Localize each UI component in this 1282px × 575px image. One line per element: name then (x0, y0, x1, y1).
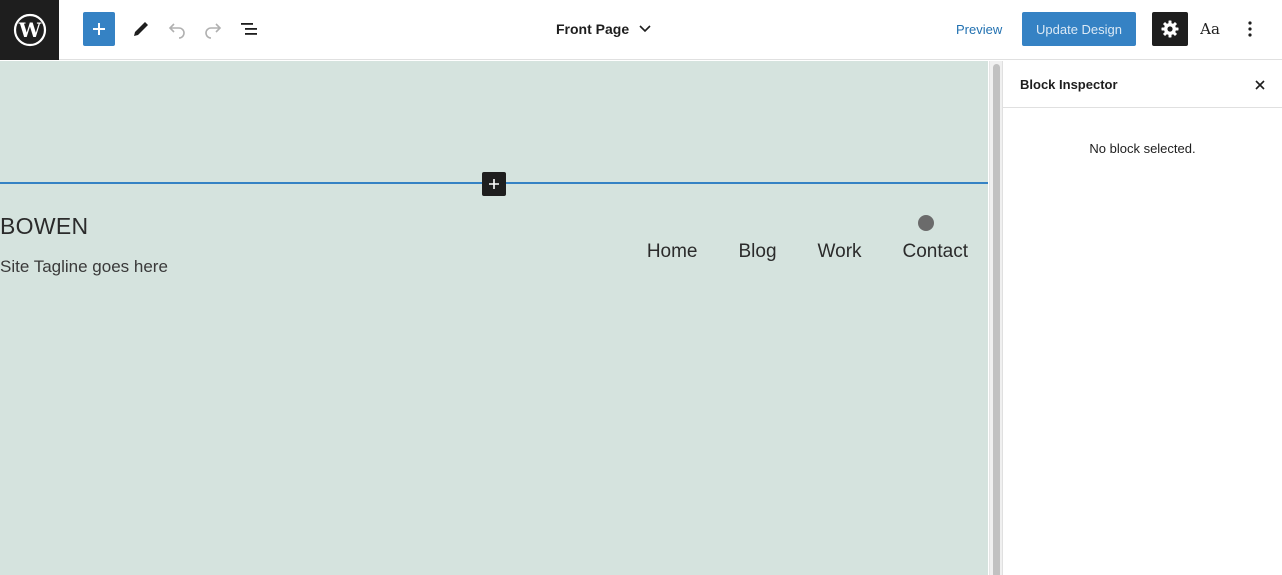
nav-item-home[interactable]: Home (647, 241, 698, 263)
pencil-icon (134, 22, 148, 36)
wordpress-logo-button[interactable]: W (0, 0, 59, 60)
gear-icon (1161, 20, 1179, 38)
editor-canvas[interactable]: BOWEN Site Tagline goes here Home Blog W… (0, 61, 988, 575)
canvas-scrollbar[interactable] (989, 61, 1003, 575)
edit-tools-button[interactable] (125, 12, 157, 46)
site-tagline[interactable]: Site Tagline goes here (0, 257, 168, 277)
document-title-dropdown[interactable]: Front Page (556, 14, 651, 44)
nav-item-blog[interactable]: Blog (739, 241, 777, 263)
document-title: Front Page (556, 21, 630, 37)
update-design-button[interactable]: Update Design (1022, 12, 1136, 46)
styles-button[interactable]: Aa (1194, 12, 1226, 46)
list-view-icon (241, 23, 257, 35)
nav-item-work[interactable]: Work (818, 241, 862, 263)
svg-text:W: W (17, 18, 41, 42)
undo-button[interactable] (161, 12, 193, 46)
add-block-button[interactable] (83, 12, 115, 46)
plus-icon (93, 23, 105, 35)
wordpress-logo-icon: W (13, 13, 46, 47)
redo-icon (205, 23, 222, 39)
close-sidebar-button[interactable] (1248, 73, 1272, 97)
more-vertical-icon (1248, 21, 1252, 37)
preview-button[interactable]: Preview (946, 12, 1012, 46)
more-options-button[interactable] (1234, 12, 1266, 46)
canvas-scrollbar-thumb[interactable] (993, 64, 1000, 575)
navigation-menu: Home Blog Work Contact (647, 241, 968, 263)
chevron-down-icon (639, 25, 651, 33)
sidebar-header: Block Inspector (1003, 61, 1282, 108)
no-block-selected-message: No block selected. (1089, 141, 1196, 156)
list-view-button[interactable] (233, 12, 265, 46)
block-inspector-sidebar: Block Inspector No block selected. (1003, 61, 1282, 575)
block-inserter-button[interactable] (482, 172, 506, 196)
site-title[interactable]: BOWEN (0, 213, 88, 240)
redo-button[interactable] (197, 12, 229, 46)
settings-button[interactable] (1152, 12, 1188, 46)
undo-icon (168, 23, 185, 39)
editor-header: W Front Page Preview Update Design Aa (0, 0, 1282, 60)
close-icon (1255, 80, 1265, 90)
nav-item-contact[interactable]: Contact (903, 241, 968, 263)
sidebar-title: Block Inspector (1020, 76, 1118, 92)
plus-icon (489, 179, 499, 189)
navigation-block-indicator (918, 215, 934, 231)
